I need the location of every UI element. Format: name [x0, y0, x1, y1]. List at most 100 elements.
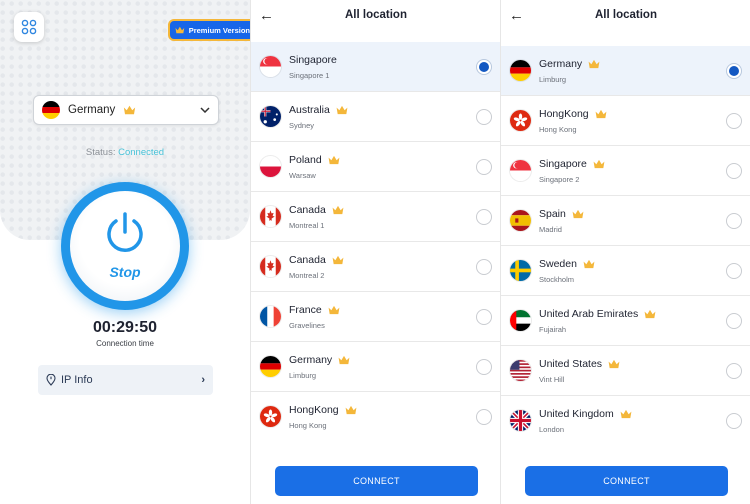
country-label: Canada	[289, 204, 326, 216]
country-label: Germany	[289, 354, 333, 366]
country-label: Poland	[289, 154, 322, 166]
crown-icon	[328, 305, 340, 315]
city-name: Fujairah	[539, 325, 567, 334]
location-row[interactable]: United Kingdom London	[501, 396, 750, 446]
sg-flag-icon	[510, 160, 531, 181]
location-radio[interactable]	[476, 159, 492, 175]
ca-flag-icon	[260, 256, 281, 277]
city-name: Limburg	[289, 371, 317, 380]
location-radio[interactable]	[726, 263, 742, 279]
connect-button[interactable]: CONNECT	[525, 466, 728, 496]
location-row[interactable]: HongKong Hong Kong	[501, 96, 750, 146]
location-radio[interactable]	[726, 113, 742, 129]
location-radio[interactable]	[726, 213, 742, 229]
country-name: Germany	[289, 354, 350, 366]
home-screen: Premium Version Germany Status: Connecte…	[0, 0, 250, 504]
crown-icon	[124, 105, 136, 115]
status-value: Connected	[118, 147, 165, 158]
pl-flag-icon	[260, 156, 281, 177]
se-flag-icon	[510, 260, 531, 281]
country-name: Sweden	[539, 258, 595, 270]
location-radio[interactable]	[476, 309, 492, 325]
location-radio[interactable]	[476, 209, 492, 225]
power-button-face[interactable]: Stop	[70, 191, 180, 301]
gb-flag-icon	[510, 410, 531, 431]
location-radio[interactable]	[476, 359, 492, 375]
location-row[interactable]: Singapore Singapore 2	[501, 146, 750, 196]
premium-version-button[interactable]: Premium Version	[168, 19, 250, 41]
location-row[interactable]: Spain Madrid	[501, 196, 750, 246]
country-label: Australia	[289, 104, 330, 116]
de-flag-icon	[260, 356, 281, 377]
location-row[interactable]: Germany Limburg	[501, 46, 750, 96]
location-header: ← All location	[501, 0, 750, 36]
city-name: Vint Hill	[539, 375, 565, 384]
location-list: Singapore Singapore 1 Australia Sydney Polan…	[251, 42, 500, 442]
country-label: France	[289, 304, 322, 316]
city-name: Hong Kong	[539, 125, 577, 134]
location-radio[interactable]	[476, 59, 492, 75]
country-label: Canada	[289, 254, 326, 266]
city-name: Singapore 2	[539, 175, 580, 184]
country-label: United Kingdom	[539, 408, 614, 420]
location-row[interactable]: France Gravelines	[251, 292, 500, 342]
location-row[interactable]: Sweden Stockholm	[501, 246, 750, 296]
country-label: HongKong	[539, 108, 589, 120]
country-label: United Arab Emirates	[539, 308, 639, 320]
city-name: Warsaw	[289, 171, 316, 180]
country-name: Singapore	[539, 158, 605, 170]
stop-label: Stop	[109, 264, 141, 280]
connection-time-label: Connection time	[96, 339, 154, 348]
chevron-down-icon	[200, 107, 210, 113]
location-radio[interactable]	[476, 259, 492, 275]
power-button[interactable]: Stop	[61, 182, 189, 310]
city-name: Limburg	[539, 75, 567, 84]
de-flag-icon	[510, 60, 531, 81]
connection-status: Status: Connected	[0, 147, 250, 158]
ca-flag-icon	[260, 206, 281, 227]
location-radio[interactable]	[476, 409, 492, 425]
location-row[interactable]: Germany Limburg	[251, 342, 500, 392]
location-row[interactable]: United States Vint Hill	[501, 346, 750, 396]
location-row[interactable]: Poland Warsaw	[251, 142, 500, 192]
fr-flag-icon	[260, 306, 281, 327]
location-radio[interactable]	[726, 363, 742, 379]
es-flag-icon	[510, 210, 531, 231]
crown-icon	[620, 409, 632, 419]
city-name: Gravelines	[289, 321, 325, 330]
us-flag-icon	[510, 360, 531, 381]
location-row[interactable]: Canada Montreal 1	[251, 192, 500, 242]
location-radio[interactable]	[726, 163, 742, 179]
germany-flag-icon	[42, 101, 60, 119]
location-row[interactable]: HongKong Hong Kong	[251, 392, 500, 442]
location-radio[interactable]	[726, 63, 742, 79]
chevron-right-icon: ›	[201, 374, 205, 386]
ip-info-label: IP Info	[61, 374, 93, 386]
crown-icon	[332, 255, 344, 265]
status-label: Status:	[85, 147, 119, 158]
country-name: United Kingdom	[539, 408, 632, 420]
crown-icon	[175, 26, 185, 34]
crown-icon	[588, 59, 600, 69]
power-icon	[107, 212, 143, 252]
location-radio[interactable]	[726, 413, 742, 429]
menu-button[interactable]	[14, 12, 44, 42]
location-pin-icon	[46, 374, 56, 386]
location-radio[interactable]	[476, 109, 492, 125]
page-title: All location	[595, 9, 657, 21]
location-screen-2: ← All location Germany Limburg HongKong Hon…	[500, 0, 750, 504]
country-name: Poland	[289, 154, 340, 166]
connect-button[interactable]: CONNECT	[275, 466, 478, 496]
country-name: Australia	[289, 104, 348, 116]
location-row[interactable]: United Arab Emirates Fujairah	[501, 296, 750, 346]
location-row[interactable]: Australia Sydney	[251, 92, 500, 142]
country-dropdown[interactable]: Germany	[33, 95, 219, 125]
location-row[interactable]: Canada Montreal 2	[251, 242, 500, 292]
location-row[interactable]: Singapore Singapore 1	[251, 42, 500, 92]
crown-icon	[572, 209, 584, 219]
city-name: London	[539, 425, 565, 434]
ip-info-button[interactable]: IP Info ›	[38, 365, 213, 395]
location-radio[interactable]	[726, 313, 742, 329]
country-name: France	[289, 304, 340, 316]
crown-icon	[332, 205, 344, 215]
